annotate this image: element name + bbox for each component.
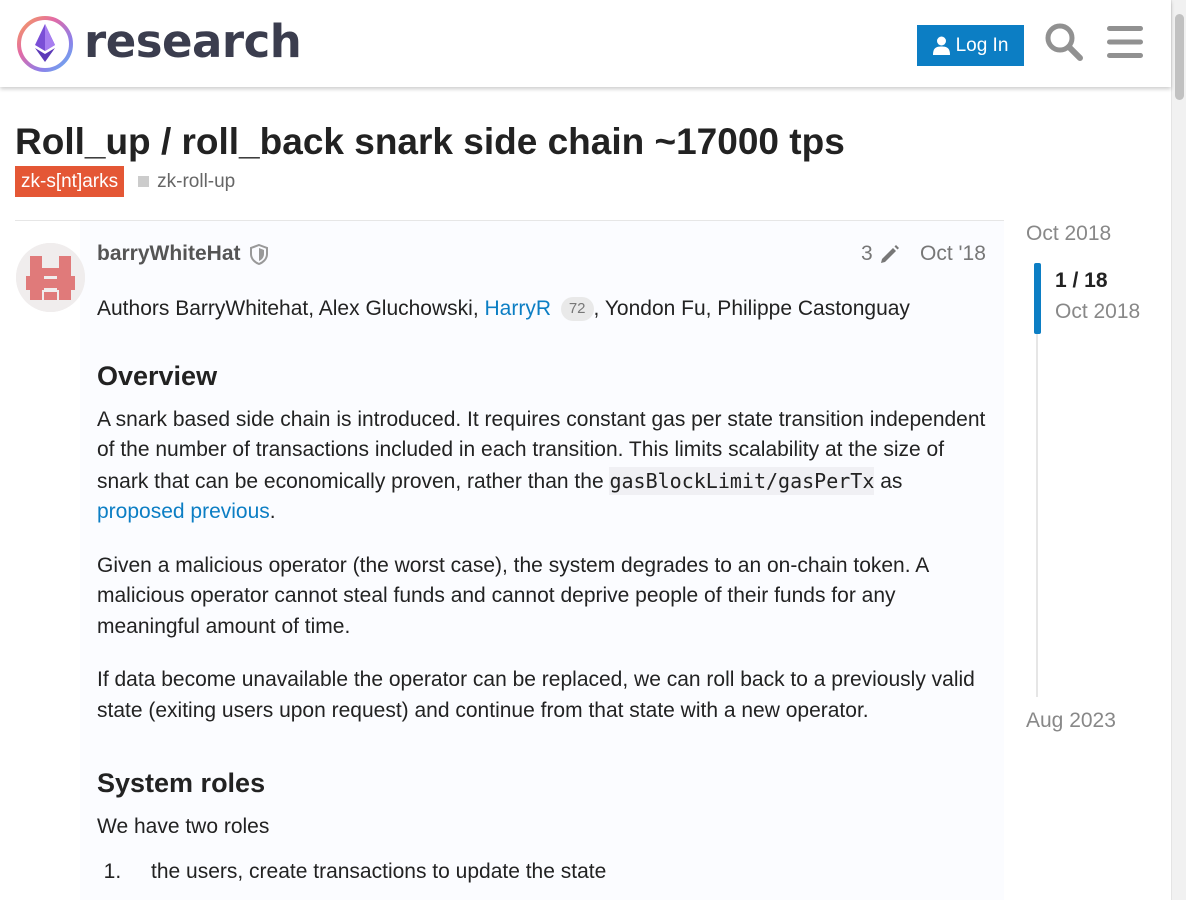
login-button[interactable]: Log In	[917, 25, 1024, 66]
site-name[interactable]: research	[84, 14, 302, 70]
overview-paragraph-1: A snark based side chain is introduced. …	[97, 405, 987, 528]
ethereum-research-logo[interactable]	[16, 15, 74, 73]
link-click-count-badge: 72	[560, 297, 594, 321]
inline-code: gasBlockLimit/gasPerTx	[609, 466, 875, 495]
paragraph-text: .	[269, 500, 276, 523]
post-date[interactable]: Oct '18	[920, 241, 986, 267]
timeline-start-date[interactable]: Oct 2018	[1026, 221, 1111, 247]
timeline-position-date: Oct 2018	[1055, 300, 1141, 323]
post-body: Authors BarryWhitehat, Alex Gluchowski, …	[97, 294, 987, 887]
user-icon	[932, 36, 950, 55]
authors-paragraph: Authors BarryWhitehat, Alex Gluchowski, …	[97, 294, 987, 325]
roles-intro: We have two roles	[97, 815, 270, 838]
login-label: Log In	[955, 34, 1009, 56]
timeline-position: 1 / 18	[1055, 269, 1108, 292]
timeline-scroll-handle[interactable]	[1034, 263, 1041, 334]
overview-heading: Overview	[97, 360, 218, 391]
tag-zk-roll-up[interactable]: zk-roll-up	[138, 171, 235, 193]
topic-tags: zk-s[nt]arks zk-roll-up	[15, 166, 235, 197]
paragraph-text: as	[874, 469, 903, 493]
pencil-icon	[880, 245, 899, 263]
shield-icon	[250, 244, 268, 265]
system-roles-heading: System roles	[97, 768, 266, 798]
topic-title[interactable]: Roll_up / roll_back snark side chain ~17…	[15, 120, 845, 164]
category-badge[interactable]: zk-s[nt]arks	[15, 166, 125, 197]
edit-history-button[interactable]: 3	[861, 241, 901, 267]
post-author[interactable]: barryWhiteHat	[97, 241, 241, 267]
proposed-previous-link[interactable]: proposed previous	[97, 500, 270, 523]
overview-paragraph-3: If data become unavailable the operator …	[97, 668, 975, 722]
scrollbar-thumb[interactable]	[1175, 14, 1184, 100]
list-item: the users, create transactions to update…	[127, 857, 987, 888]
roles-list: the users, create transactions to update…	[97, 857, 987, 888]
timeline-end-date[interactable]: Aug 2023	[1026, 708, 1116, 734]
authors-text: Authors BarryWhitehat, Alex Gluchowski,	[97, 297, 485, 320]
hamburger-menu-icon[interactable]	[1104, 20, 1146, 64]
tag-square-icon	[138, 176, 150, 187]
overview-paragraph-2: Given a malicious operator (the worst ca…	[97, 553, 929, 638]
tag-label: zk-roll-up	[157, 170, 236, 192]
avatar[interactable]	[16, 243, 85, 312]
page-scrollbar[interactable]	[1171, 0, 1186, 900]
site-header: research Log In	[0, 0, 1171, 87]
mention-link-harryr[interactable]: HarryR	[485, 297, 552, 320]
authors-text-rest: , Yondon Fu, Philippe Castonguay	[593, 297, 910, 320]
edit-count: 3	[861, 242, 873, 265]
search-icon[interactable]	[1043, 20, 1085, 64]
